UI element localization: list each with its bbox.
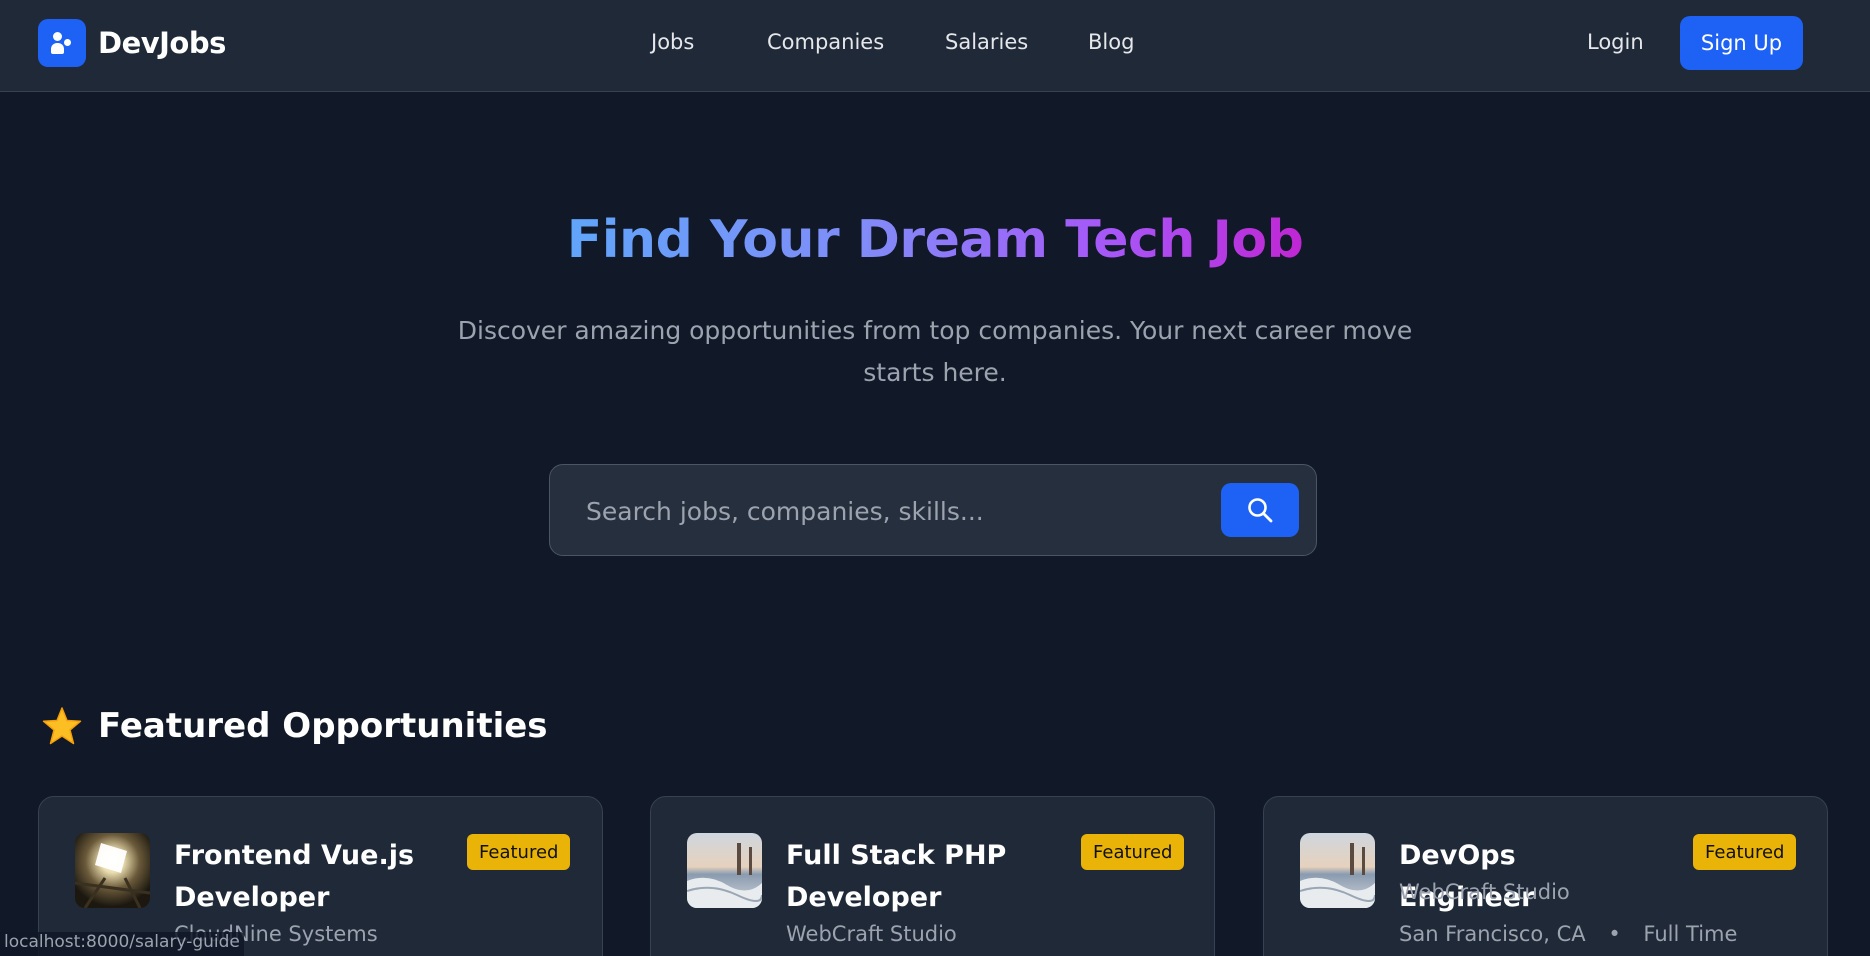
navbar: DevJobs Jobs Companies Salaries Blog Log… bbox=[0, 0, 1870, 92]
status-bar-url: localhost:8000/salary-guide bbox=[0, 932, 244, 956]
login-link[interactable]: Login bbox=[1587, 30, 1644, 54]
company-logo bbox=[75, 833, 150, 908]
job-title[interactable]: DevOps Engineer bbox=[1399, 835, 1649, 919]
job-location: San Francisco, CA bbox=[1399, 922, 1586, 946]
company-logo bbox=[1300, 833, 1375, 908]
job-title[interactable]: Full Stack PHP Developer bbox=[786, 835, 1036, 919]
search-button[interactable] bbox=[1221, 483, 1299, 537]
search-input[interactable] bbox=[586, 489, 1206, 533]
hero-subtitle: Discover amazing opportunities from top … bbox=[457, 316, 1413, 387]
job-meta: San Francisco, CA • Full Time bbox=[1399, 922, 1737, 946]
meta-separator: • bbox=[1608, 922, 1621, 946]
company-name: WebCraft Studio bbox=[786, 922, 957, 946]
hero-title: Find Your Dream Tech Job bbox=[566, 210, 1304, 270]
featured-badge: Featured bbox=[1081, 834, 1185, 870]
job-type: Full Time bbox=[1643, 922, 1738, 946]
nav-link-blog[interactable]: Blog bbox=[1088, 30, 1134, 54]
star-icon bbox=[42, 707, 82, 745]
search-icon bbox=[1248, 498, 1273, 523]
signup-button[interactable]: Sign Up bbox=[1680, 16, 1803, 70]
job-card[interactable]: Full Stack PHP Developer WebCraft Studio… bbox=[650, 796, 1215, 956]
search-bar bbox=[549, 464, 1317, 556]
nav-link-companies[interactable]: Companies bbox=[767, 30, 884, 54]
job-card[interactable]: DevOps Engineer WebCraft Studio San Fran… bbox=[1263, 796, 1828, 956]
nav-link-salaries[interactable]: Salaries bbox=[945, 30, 1028, 54]
company-logo bbox=[687, 833, 762, 908]
company-name: WebCraft Studio bbox=[1399, 880, 1570, 904]
featured-heading: Featured Opportunities bbox=[42, 706, 548, 746]
featured-badge: Featured bbox=[1693, 834, 1797, 870]
featured-badge: Featured bbox=[467, 834, 571, 870]
job-title[interactable]: Frontend Vue.js Developer bbox=[174, 835, 424, 919]
nav-link-jobs[interactable]: Jobs bbox=[651, 30, 694, 54]
featured-title: Featured Opportunities bbox=[98, 706, 548, 746]
